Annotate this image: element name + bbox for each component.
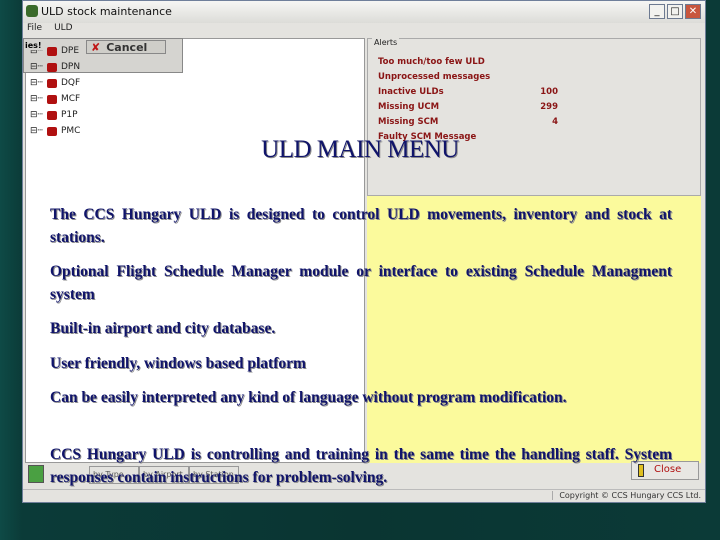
slide-title: ULD MAIN MENU — [261, 136, 459, 163]
minimize-button[interactable]: _ — [649, 4, 665, 19]
uld-icon — [46, 78, 57, 88]
tree-item[interactable]: ⊟┄ P1P — [30, 107, 80, 123]
close-window-button[interactable]: ✕ — [685, 4, 701, 19]
title-bar: ULD stock maintenance _ □ ✕ — [23, 1, 705, 23]
uld-icon — [46, 126, 57, 136]
alert-row[interactable]: Missing SCM 4 — [378, 117, 558, 127]
alerts-panel: Alerts Too much/too few ULD Unprocessed … — [367, 38, 701, 196]
tree-item[interactable]: ⊟┄ PMC — [30, 123, 80, 139]
tree-item[interactable]: ⊟┄ DPN — [30, 59, 80, 75]
alert-row[interactable]: Inactive ULDs 100 — [378, 87, 558, 97]
refresh-icon[interactable] — [28, 465, 44, 483]
alerts-legend: Alerts — [372, 38, 400, 47]
slide-paragraph: Built-in airport and city database. — [50, 320, 276, 337]
slide-paragraph: User friendly, windows based platform — [50, 355, 306, 372]
uld-icon — [46, 110, 57, 120]
popup-label: ies! — [25, 41, 43, 50]
menu-uld[interactable]: ULD — [54, 23, 73, 37]
x-icon: ✘ — [91, 41, 101, 54]
app-icon — [26, 5, 38, 17]
cancel-button[interactable]: ✘ Cancel — [86, 40, 166, 54]
tree-item[interactable]: ⊟┄ DQF — [30, 75, 80, 91]
slide-paragraph: Can be easily interpreted any kind of la… — [50, 389, 567, 406]
status-bar: Copyright © CCS Hungary CCS Ltd. — [23, 489, 705, 503]
app-window: ULD stock maintenance _ □ ✕ File ULD ⊟┄ D… — [22, 0, 706, 503]
alert-row[interactable]: Missing UCM 299 — [378, 102, 558, 112]
uld-icon — [46, 62, 57, 72]
uld-icon — [46, 94, 57, 104]
slide-paragraph: The CCS Hungary ULD is designed to contr… — [50, 206, 672, 246]
uld-icon — [46, 46, 57, 56]
slide-paragraph: CCS Hungary ULD is controlling and train… — [50, 446, 672, 486]
tree-item[interactable]: ⊟┄ MCF — [30, 91, 80, 107]
maximize-button[interactable]: □ — [667, 4, 683, 19]
alert-row[interactable]: Unprocessed messages — [378, 72, 558, 82]
menu-file[interactable]: File — [27, 23, 42, 37]
slide-paragraph: Optional Flight Schedule Manager module … — [50, 263, 672, 303]
copyright: Copyright © CCS Hungary CCS Ltd. — [552, 491, 701, 500]
window-title: ULD stock maintenance — [41, 5, 172, 18]
menu-bar: File ULD — [23, 23, 73, 37]
alert-row[interactable]: Too much/too few ULD — [378, 57, 558, 67]
